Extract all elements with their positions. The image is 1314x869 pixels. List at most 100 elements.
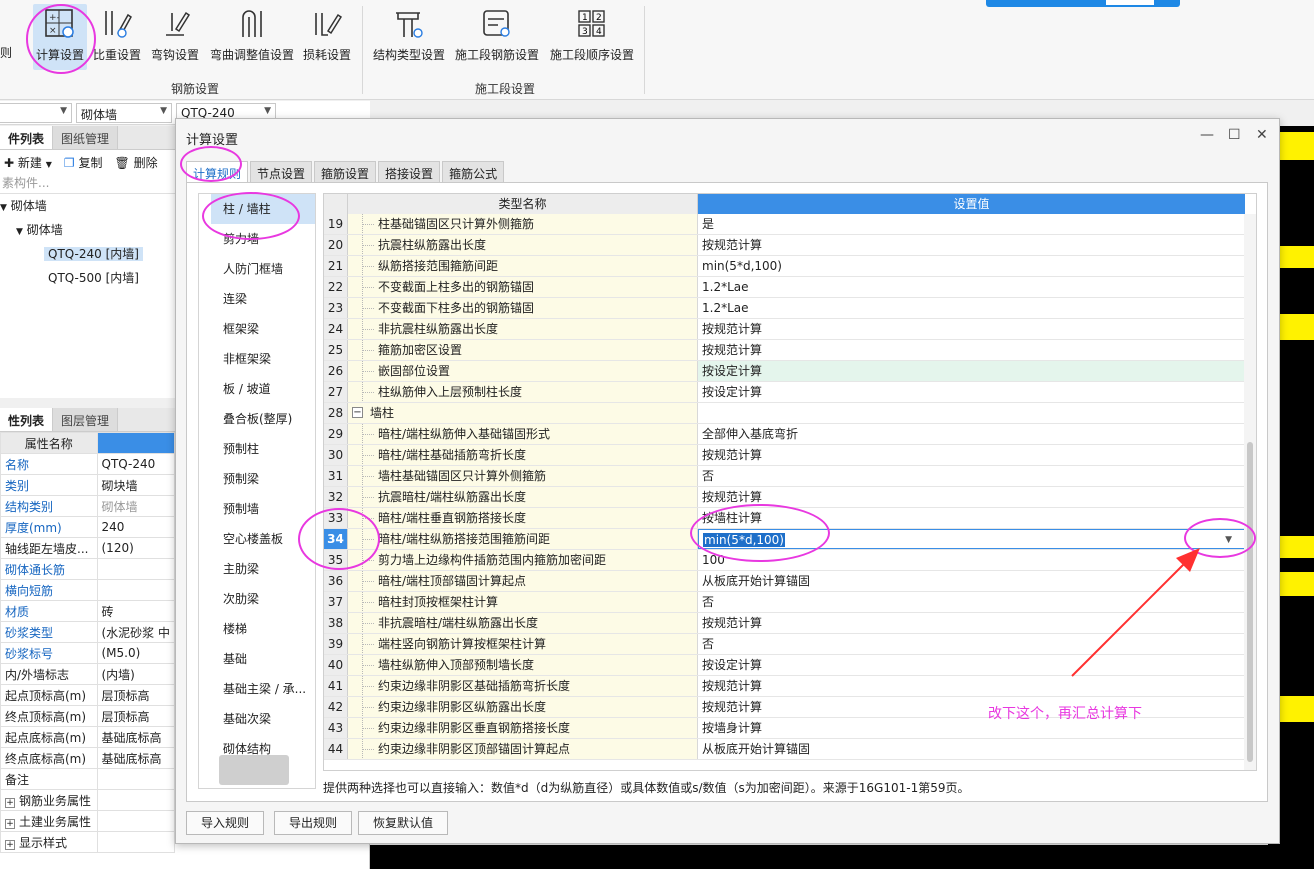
property-value[interactable]: 层顶标高 bbox=[96, 705, 175, 727]
rule-value[interactable]: 按规范计算 bbox=[698, 487, 1245, 507]
category-item[interactable]: 主肋梁 bbox=[211, 554, 315, 584]
type-combo[interactable]: 砌体墙 ▼ bbox=[76, 103, 172, 123]
property-value[interactable]: 砌块墙 bbox=[96, 474, 175, 496]
property-row[interactable]: 类别 砌块墙 bbox=[0, 474, 175, 496]
property-row[interactable]: + 土建业务属性 bbox=[0, 810, 175, 832]
property-row[interactable]: 材质 砖 bbox=[0, 600, 175, 622]
tab-drawing-management[interactable]: 图纸管理 bbox=[53, 126, 119, 149]
category-scrollbar[interactable] bbox=[305, 196, 315, 226]
bend-adjust-button[interactable]: 弯曲调整值设置 bbox=[206, 4, 298, 70]
category-item[interactable]: 预制梁 bbox=[211, 464, 315, 494]
rule-value[interactable]: min(5*d,100) bbox=[698, 256, 1245, 276]
category-item[interactable]: 基础 bbox=[211, 644, 315, 674]
expand-plus-icon[interactable]: + bbox=[5, 818, 15, 829]
expand-icon[interactable]: ▼ bbox=[0, 203, 7, 213]
expand-plus-icon[interactable]: + bbox=[5, 839, 15, 850]
segment-rebar-button[interactable]: 施工段钢筋设置 bbox=[452, 4, 542, 70]
property-value[interactable]: 基础底标高 bbox=[96, 747, 175, 769]
hook-settings-button[interactable]: 弯钩设置 bbox=[148, 4, 202, 70]
rule-value[interactable]: 1.2*Lae bbox=[698, 277, 1245, 297]
category-hscrollbar[interactable] bbox=[219, 755, 289, 785]
category-item[interactable]: 次肋梁 bbox=[211, 584, 315, 614]
category-item[interactable]: 预制柱 bbox=[211, 434, 315, 464]
calc-settings-button[interactable]: +- × 计算设置 bbox=[33, 4, 87, 70]
property-value[interactable]: 层顶标高 bbox=[96, 684, 175, 706]
rule-value[interactable]: 按设定计算 bbox=[698, 361, 1245, 381]
rule-row[interactable]: 32 抗震暗柱/端柱纵筋露出长度 按规范计算 bbox=[324, 487, 1256, 508]
rule-row[interactable]: 37 暗柱封顶按框架柱计算 否 bbox=[324, 592, 1256, 613]
property-value[interactable] bbox=[96, 810, 175, 832]
collapse-icon[interactable]: − bbox=[352, 407, 363, 418]
rule-value[interactable]: 按设定计算 bbox=[698, 655, 1245, 675]
property-row[interactable]: 砂浆类型 (水泥砂浆 中 bbox=[0, 621, 175, 643]
category-item[interactable]: 楼梯 bbox=[211, 614, 315, 644]
rule-value[interactable]: 否 bbox=[698, 592, 1245, 612]
floor-combo[interactable]: ▼ bbox=[0, 103, 72, 123]
category-item[interactable]: 框架梁 bbox=[211, 314, 315, 344]
maximize-icon[interactable]: ☐ bbox=[1228, 127, 1241, 143]
rule-value[interactable]: 按规范计算 bbox=[698, 235, 1245, 255]
property-row[interactable]: 横向短筋 bbox=[0, 579, 175, 601]
rule-value[interactable]: 按规范计算 bbox=[698, 613, 1245, 633]
property-value[interactable]: QTQ-240 bbox=[96, 453, 175, 475]
property-value[interactable] bbox=[96, 789, 175, 811]
property-row[interactable]: 名称 QTQ-240 bbox=[0, 453, 175, 475]
grid-scrollbar[interactable] bbox=[1244, 214, 1256, 770]
close-icon[interactable]: ✕ bbox=[1256, 127, 1268, 143]
tab-component-list[interactable]: 件列表 bbox=[0, 126, 54, 149]
property-value[interactable]: 砖 bbox=[96, 600, 175, 622]
weight-settings-button[interactable]: 比重设置 bbox=[90, 4, 144, 70]
property-value[interactable] bbox=[96, 558, 175, 580]
property-value[interactable]: (水泥砂浆 中 bbox=[96, 621, 175, 643]
property-value[interactable]: 砌体墙 bbox=[96, 495, 175, 517]
rule-row[interactable]: 30 暗柱/端柱基础插筋弯折长度 按规范计算 bbox=[324, 445, 1256, 466]
rule-value[interactable]: 按墙身计算 bbox=[698, 718, 1245, 738]
rule-row[interactable]: 28− 墙柱 bbox=[324, 403, 1256, 424]
rule-row[interactable]: 31 墙柱基础锚固区只计算外侧箍筋 否 bbox=[324, 466, 1256, 487]
category-item[interactable]: 基础主梁 / 承... bbox=[211, 674, 315, 704]
property-value[interactable]: 基础底标高 bbox=[96, 726, 175, 748]
drawing-canvas-bottom[interactable] bbox=[370, 845, 1314, 869]
rule-row[interactable]: 19 柱基础锚固区只计算外侧箍筋 是 bbox=[324, 214, 1256, 235]
property-row[interactable]: 终点底标高(m) 基础底标高 bbox=[0, 747, 175, 769]
expand-icon[interactable]: ▼ bbox=[16, 227, 23, 237]
rule-row[interactable]: 26 嵌固部位设置 按设定计算 bbox=[324, 361, 1256, 382]
rule-value[interactable]: 按规范计算 bbox=[698, 445, 1245, 465]
category-item[interactable]: 非框架梁 bbox=[211, 344, 315, 374]
rule-row[interactable]: 39 端柱竖向钢筋计算按框架柱计算 否 bbox=[324, 634, 1256, 655]
property-value[interactable]: (内墙) bbox=[96, 663, 175, 685]
rule-row[interactable]: 33 暗柱/端柱垂直钢筋搭接长度 按墙柱计算 bbox=[324, 508, 1256, 529]
category-item[interactable]: 剪力墙 bbox=[211, 224, 315, 254]
category-item[interactable]: 空心楼盖板 bbox=[211, 524, 315, 554]
category-item[interactable]: 人防门框墙 bbox=[211, 254, 315, 284]
property-value[interactable]: (120) bbox=[96, 537, 175, 559]
restore-defaults-button[interactable]: 恢复默认值 bbox=[358, 811, 449, 835]
property-row[interactable]: 轴线距左墙皮... (120) bbox=[0, 537, 175, 559]
rule-value[interactable]: 从板底开始计算锚固 bbox=[698, 739, 1245, 759]
segment-order-button[interactable]: 1234 施工段顺序设置 bbox=[546, 4, 638, 70]
rule-row[interactable]: 22 不变截面上柱多出的钢筋锚固 1.2*Lae bbox=[324, 277, 1256, 298]
rule-row[interactable]: 25 箍筋加密区设置 按规范计算 bbox=[324, 340, 1256, 361]
delete-button[interactable]: 🗑 删除 bbox=[115, 154, 158, 171]
property-row[interactable]: 起点底标高(m) 基础底标高 bbox=[0, 726, 175, 748]
category-item[interactable]: 基础次梁 bbox=[211, 704, 315, 734]
rule-value[interactable]: 1.2*Lae bbox=[698, 298, 1245, 318]
expand-plus-icon[interactable]: + bbox=[5, 797, 15, 808]
property-value[interactable] bbox=[96, 831, 175, 853]
property-row[interactable]: 起点顶标高(m) 层顶标高 bbox=[0, 684, 175, 706]
rule-value[interactable]: 否 bbox=[698, 466, 1245, 486]
rule-row[interactable]: 29 暗柱/端柱纵筋伸入基础锚固形式 全部伸入基底弯折 bbox=[324, 424, 1256, 445]
rule-value[interactable]: 按规范计算 bbox=[698, 319, 1245, 339]
rule-value[interactable]: 按设定计算 bbox=[698, 382, 1245, 402]
copy-button[interactable]: ❐ 复制 bbox=[64, 154, 103, 171]
export-rules-button[interactable]: 导出规则 bbox=[274, 811, 353, 835]
rule-row[interactable]: 20 抗震柱纵筋露出长度 按规范计算 bbox=[324, 235, 1256, 256]
rule-value[interactable]: 按规范计算 bbox=[698, 340, 1245, 360]
category-item[interactable]: 连梁 bbox=[211, 284, 315, 314]
property-row[interactable]: + 显示样式 bbox=[0, 831, 175, 853]
rule-row[interactable]: 41 约束边缘非阴影区基础插筋弯折长度 按规范计算 bbox=[324, 676, 1256, 697]
rule-value[interactable] bbox=[698, 403, 1245, 423]
rule-row[interactable]: 27 柱纵筋伸入上层预制柱长度 按设定计算 bbox=[324, 382, 1256, 403]
category-item[interactable]: 板 / 坡道 bbox=[211, 374, 315, 404]
structure-type-button[interactable]: 结构类型设置 bbox=[370, 4, 448, 70]
